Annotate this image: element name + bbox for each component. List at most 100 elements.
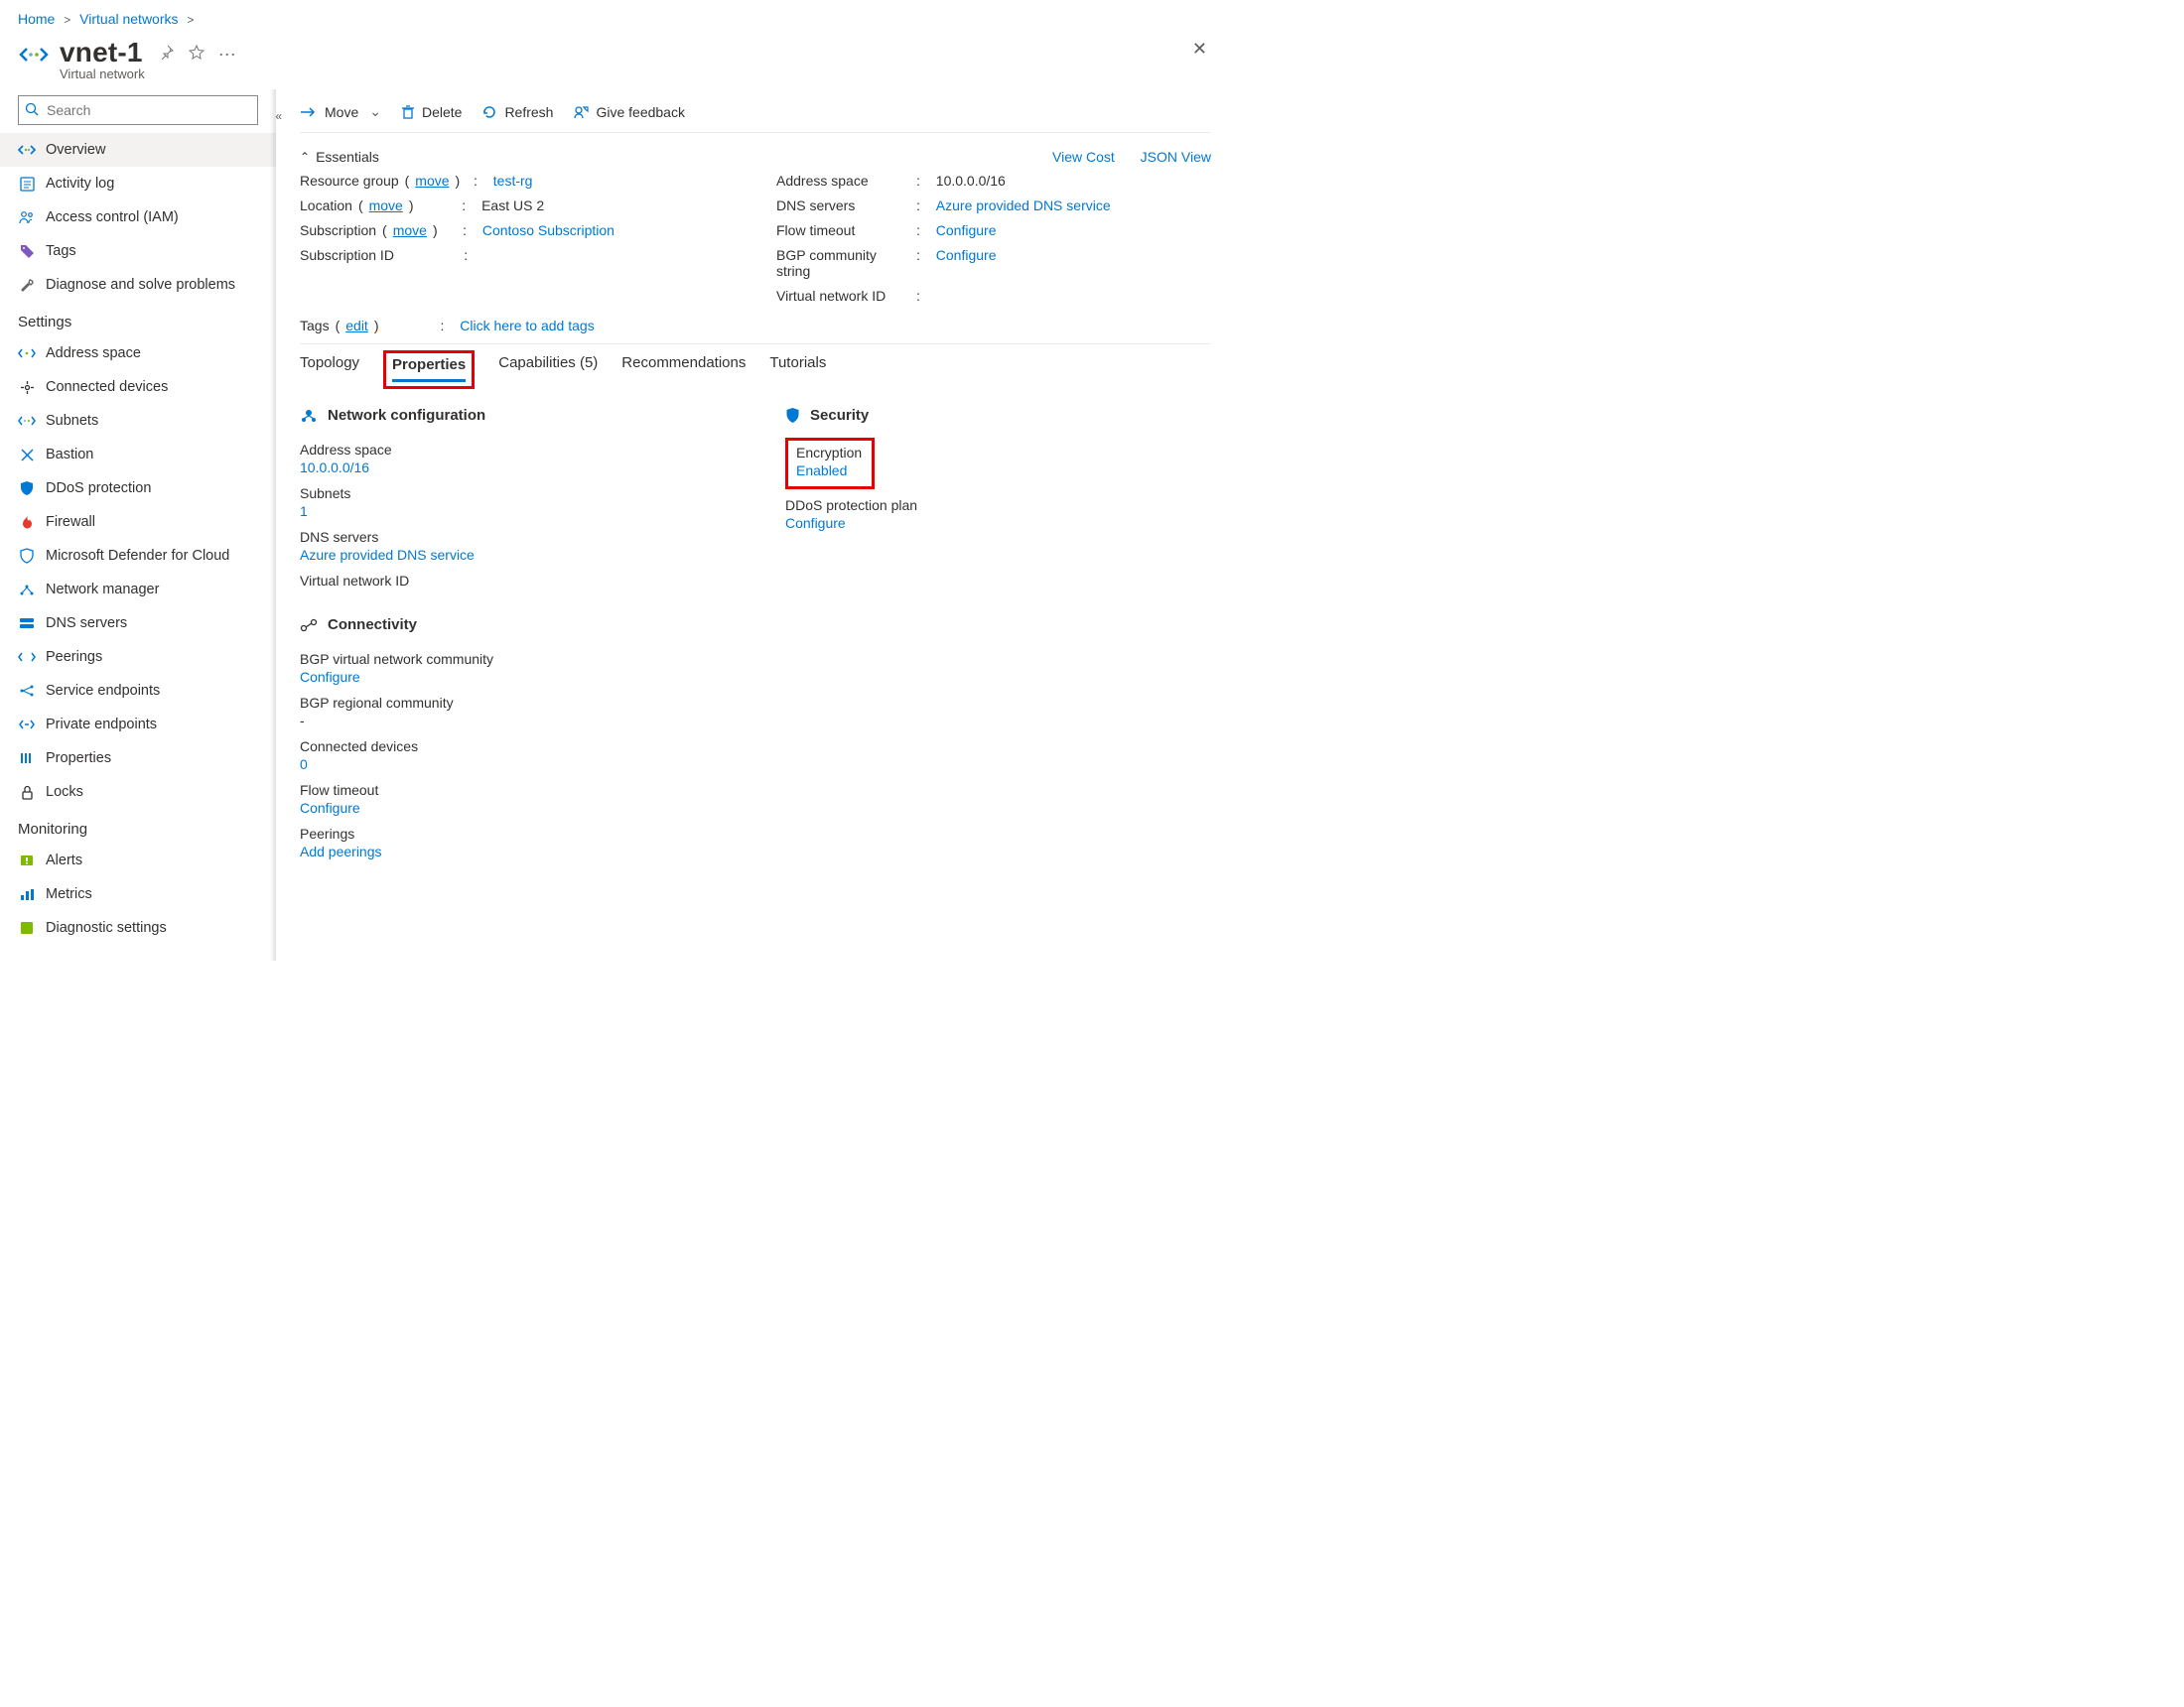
tab-properties[interactable]: Properties xyxy=(392,356,466,382)
content: Move⌄ Delete Refresh Give feedback ⌃ Ess… xyxy=(276,89,1229,961)
rg-label: Resource group xyxy=(300,173,399,189)
sidebar-item-subnets[interactable]: Subnets xyxy=(0,404,276,438)
sidebar-item-label: Alerts xyxy=(46,853,82,868)
sidebar-item-ddos[interactable]: DDoS protection xyxy=(0,471,276,505)
sidebar-item-metrics[interactable]: Metrics xyxy=(0,877,276,911)
essentials-toggle[interactable]: ⌃ Essentials xyxy=(300,149,379,165)
connectivity-icon xyxy=(300,618,318,632)
page-subtitle: Virtual network xyxy=(60,66,145,81)
sidebar-item-activity-log[interactable]: Activity log xyxy=(0,167,276,200)
dns-value[interactable]: Azure provided DNS service xyxy=(936,197,1111,213)
people-icon xyxy=(18,208,36,226)
star-icon[interactable] xyxy=(189,45,205,66)
sidebar-item-alerts[interactable]: Alerts xyxy=(0,844,276,877)
close-icon[interactable]: ✕ xyxy=(1192,39,1207,60)
sidebar: « Overview Activity log Access control (… xyxy=(0,89,276,961)
sidebar-item-bastion[interactable]: Bastion xyxy=(0,438,276,471)
json-view-link[interactable]: JSON View xyxy=(1141,149,1211,165)
service-endpoints-icon xyxy=(18,682,36,700)
dns-icon xyxy=(18,614,36,632)
sidebar-item-diagnose[interactable]: Diagnose and solve problems xyxy=(0,268,276,302)
subscription-move-link[interactable]: move xyxy=(393,222,427,238)
conn-bgpvnet-label: BGP virtual network community xyxy=(300,651,726,667)
lock-icon xyxy=(18,783,36,801)
firewall-icon xyxy=(18,513,36,531)
sidebar-section-monitoring: Monitoring xyxy=(0,809,276,844)
sec-enc-value[interactable]: Enabled xyxy=(796,462,847,478)
conn-dev-label: Connected devices xyxy=(300,738,726,754)
search-input[interactable] xyxy=(18,95,258,125)
conn-bgpvnet-value[interactable]: Configure xyxy=(300,669,360,685)
nc-dns-value[interactable]: Azure provided DNS service xyxy=(300,547,475,563)
nc-addr-value[interactable]: 10.0.0.0/16 xyxy=(300,460,369,475)
sidebar-item-properties[interactable]: Properties xyxy=(0,741,276,775)
sidebar-item-firewall[interactable]: Firewall xyxy=(0,505,276,539)
sidebar-item-service-endpoints[interactable]: Service endpoints xyxy=(0,674,276,708)
dns-label: DNS servers xyxy=(776,197,910,213)
nc-subnets-value[interactable]: 1 xyxy=(300,503,308,519)
security-shield-icon xyxy=(785,407,800,424)
properties-icon xyxy=(18,749,36,767)
delete-label: Delete xyxy=(422,104,462,120)
sidebar-item-peerings[interactable]: Peerings xyxy=(0,640,276,674)
sidebar-item-label: Activity log xyxy=(46,176,114,192)
sidebar-item-locks[interactable]: Locks xyxy=(0,775,276,809)
flow-label: Flow timeout xyxy=(776,222,910,238)
bgp-label: BGP community string xyxy=(776,247,910,279)
feedback-button[interactable]: Give feedback xyxy=(573,104,685,120)
sidebar-item-label: Bastion xyxy=(46,447,93,462)
tab-topology[interactable]: Topology xyxy=(300,354,359,389)
tab-capabilities[interactable]: Capabilities (5) xyxy=(498,354,598,389)
location-move-link[interactable]: move xyxy=(369,197,403,213)
chevron-up-icon: ⌃ xyxy=(300,150,310,164)
conn-flow-value[interactable]: Configure xyxy=(300,800,360,816)
private-endpoints-icon xyxy=(18,716,36,733)
tags-add-link[interactable]: Click here to add tags xyxy=(460,318,594,333)
bgp-value[interactable]: Configure xyxy=(936,247,997,263)
collapse-sidebar-icon[interactable]: « xyxy=(275,109,278,123)
sidebar-item-label: Diagnostic settings xyxy=(46,920,167,936)
breadcrumb-home[interactable]: Home xyxy=(18,11,55,27)
rg-move-link[interactable]: move xyxy=(415,173,449,189)
refresh-icon xyxy=(481,104,497,120)
sidebar-item-address-space[interactable]: Address space xyxy=(0,336,276,370)
sec-enc-label: Encryption xyxy=(796,445,862,460)
more-icon[interactable]: ⋯ xyxy=(218,45,238,66)
conn-peerings-value[interactable]: Add peerings xyxy=(300,844,382,859)
address-space-label: Address space xyxy=(776,173,910,189)
sidebar-item-tags[interactable]: Tags xyxy=(0,234,276,268)
trash-icon xyxy=(401,104,415,120)
sidebar-item-defender[interactable]: Microsoft Defender for Cloud xyxy=(0,539,276,573)
pin-icon[interactable] xyxy=(159,45,175,66)
sidebar-item-diagnostic-settings[interactable]: Diagnostic settings xyxy=(0,911,276,945)
nc-addr-label: Address space xyxy=(300,442,726,458)
sec-ddos-value[interactable]: Configure xyxy=(785,515,846,531)
sidebar-item-connected-devices[interactable]: Connected devices xyxy=(0,370,276,404)
delete-button[interactable]: Delete xyxy=(401,104,462,120)
subscription-value[interactable]: Contoso Subscription xyxy=(482,222,614,238)
sidebar-item-label: Subnets xyxy=(46,413,98,429)
tags-edit-link[interactable]: edit xyxy=(345,318,368,333)
sidebar-item-overview[interactable]: Overview xyxy=(0,133,276,167)
bastion-icon xyxy=(18,446,36,463)
sidebar-item-label: Tags xyxy=(46,243,76,259)
tab-recommendations[interactable]: Recommendations xyxy=(621,354,746,389)
view-cost-link[interactable]: View Cost xyxy=(1052,149,1115,165)
nc-vnetid-label: Virtual network ID xyxy=(300,573,726,589)
refresh-button[interactable]: Refresh xyxy=(481,104,553,120)
breadcrumb-vnets[interactable]: Virtual networks xyxy=(79,11,178,27)
conn-bgpreg-label: BGP regional community xyxy=(300,695,726,711)
essentials-section: ⌃ Essentials View Cost JSON View Resourc… xyxy=(300,133,1211,344)
sidebar-item-private-endpoints[interactable]: Private endpoints xyxy=(0,708,276,741)
tab-tutorials[interactable]: Tutorials xyxy=(769,354,826,389)
flow-value[interactable]: Configure xyxy=(936,222,997,238)
conn-dev-value[interactable]: 0 xyxy=(300,756,308,772)
rg-value[interactable]: test-rg xyxy=(493,173,533,189)
move-button[interactable]: Move⌄ xyxy=(300,103,381,120)
sidebar-item-label: Metrics xyxy=(46,886,92,902)
vnetid-label: Virtual network ID xyxy=(776,288,910,304)
sidebar-item-label: Locks xyxy=(46,784,83,800)
sidebar-item-network-manager[interactable]: Network manager xyxy=(0,573,276,606)
sidebar-item-iam[interactable]: Access control (IAM) xyxy=(0,200,276,234)
sidebar-item-dns[interactable]: DNS servers xyxy=(0,606,276,640)
